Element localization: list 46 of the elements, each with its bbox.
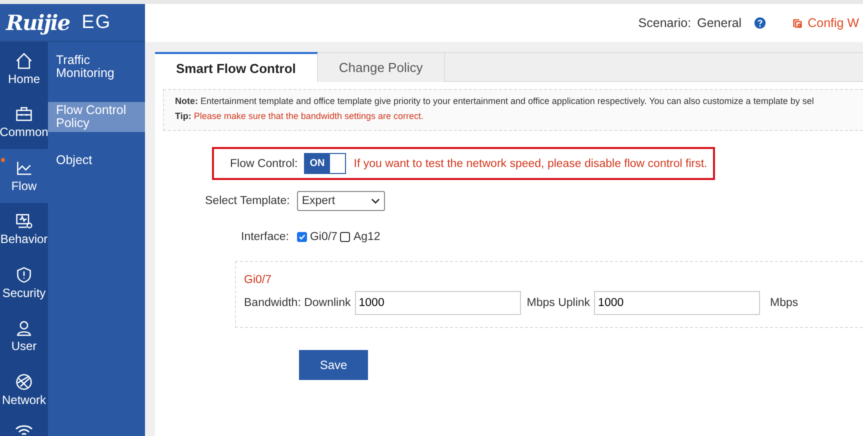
- tab[interactable]: Change Policy: [318, 53, 445, 82]
- shield-icon: [15, 266, 33, 284]
- tip-text: Tip: Please make sure that the bandwidth settings are correct.: [175, 111, 424, 121]
- downlink-field[interactable]: 1000: [354, 291, 521, 315]
- template-select[interactable]: Expert: [296, 191, 385, 211]
- flow-control-toggle[interactable]: ON: [304, 153, 346, 174]
- config-icon: [792, 18, 803, 28]
- submenu-item[interactable]: Traffic Monitoring: [48, 52, 145, 82]
- checkbox[interactable]: [340, 232, 350, 242]
- briefcase-icon: [15, 105, 33, 124]
- globe-icon: [15, 372, 33, 391]
- template-label: Select Template:: [205, 195, 290, 207]
- interface-title: Gi0/7: [244, 274, 272, 286]
- caret-icon: [370, 198, 380, 204]
- nav-item[interactable]: Network: [0, 363, 48, 416]
- scenario-label: Scenario:: [638, 16, 692, 30]
- uplink-label: Mbps Uplink: [526, 297, 590, 309]
- unit-label: Mbps: [770, 297, 798, 309]
- nav-item[interactable]: Security: [0, 256, 48, 310]
- uplink-field[interactable]: 1000: [594, 291, 760, 315]
- warning-text: If you want to test the network speed, please disable flow control first.: [354, 158, 708, 170]
- home-icon: [15, 52, 33, 70]
- checkbox[interactable]: [296, 232, 307, 242]
- user-icon: [15, 319, 33, 338]
- checkbox-label: Gi0/7: [310, 231, 338, 243]
- interface-label: Interface:: [241, 231, 289, 243]
- monitor-icon: [15, 212, 33, 230]
- save-button[interactable]: Save: [299, 350, 368, 380]
- flow-control-label: Flow Control:: [230, 158, 298, 170]
- nav-item[interactable]: Home: [0, 42, 48, 96]
- scenario-value: General: [697, 16, 742, 30]
- downlink-label: Bandwidth: Downlink: [244, 297, 351, 309]
- checkbox-label: Ag12: [353, 231, 380, 243]
- help-icon[interactable]: [754, 17, 766, 29]
- wifi-icon[interactable]: [14, 422, 34, 434]
- tab[interactable]: Smart Flow Control: [155, 52, 318, 82]
- line-chart-icon: [15, 158, 33, 177]
- nav-item[interactable]: User: [0, 310, 48, 363]
- nav-item[interactable]: Flow: [0, 149, 48, 202]
- product-name: EG: [82, 12, 112, 34]
- config-wizard-link[interactable]: Config W: [792, 16, 859, 30]
- submenu-item[interactable]: Object: [48, 152, 145, 169]
- nav-item[interactable]: Behavior: [0, 202, 48, 256]
- brand-logo: Ruijie: [6, 10, 70, 35]
- note-text: Note: Entertainment template and office template give priority to your entertainment and office application respectively. You can also customize a template by sel: [175, 96, 815, 106]
- nav-item[interactable]: Common: [0, 96, 48, 149]
